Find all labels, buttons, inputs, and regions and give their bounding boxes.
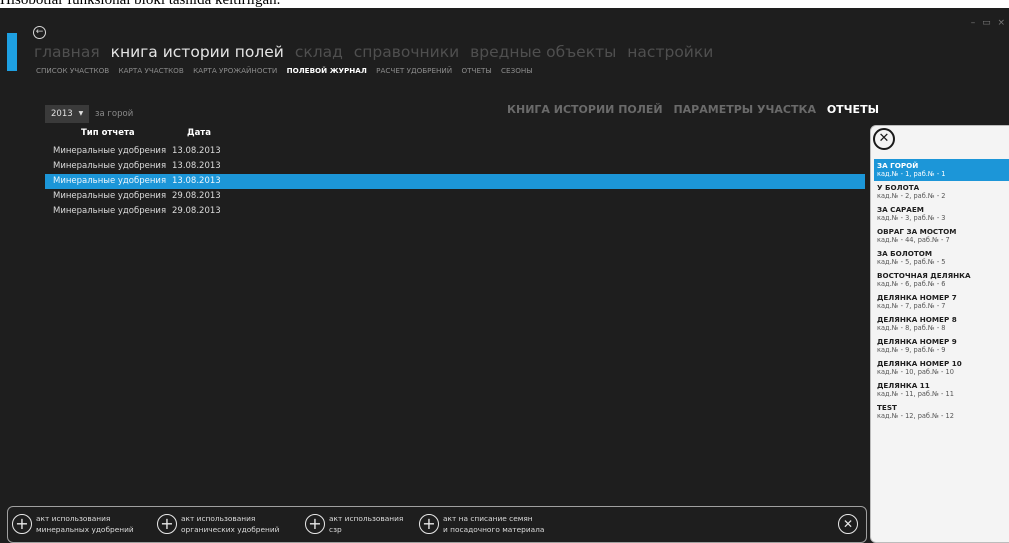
plot-name: У БОЛОТА — [877, 183, 920, 192]
list-item[interactable]: ДЕЛЯНКА НОМЕР 8 кад.№ - 8, раб.№ - 8 — [874, 313, 1009, 335]
year-value: 2013 — [51, 109, 73, 119]
plot-numbers: кад.№ - 12, раб.№ - 12 — [877, 412, 954, 420]
year-select[interactable]: 2013 ▼ — [45, 105, 90, 123]
cell-report-date: 13.08.2013 — [172, 161, 221, 171]
caption-text: Hisobotlar funksional bloki tasnida kelt… — [0, 0, 281, 8]
column-header-date[interactable]: Дата — [187, 128, 211, 138]
plot-name: ДЕЛЯНКА 11 — [877, 381, 930, 390]
table-row-selected[interactable]: Минеральные удобрения 13.08.2013 — [45, 174, 865, 189]
cell-report-date: 13.08.2013 — [172, 146, 221, 156]
plot-name: ДЕЛЯНКА НОМЕР 9 — [877, 337, 957, 346]
cell-report-date: 29.08.2013 — [172, 206, 221, 216]
subnav-field-journal[interactable]: ПОЛЕВОЙ ЖУРНАЛ — [287, 66, 367, 75]
nav-references[interactable]: справочники — [354, 43, 459, 61]
list-item[interactable]: ДЕЛЯНКА НОМЕР 7 кад.№ - 7, раб.№ - 7 — [874, 291, 1009, 313]
plus-icon: + — [157, 514, 177, 534]
plot-name: ЗА ГОРОЙ — [877, 161, 919, 170]
list-item[interactable]: ВОСТОЧНАЯ ДЕЛЯНКА кад.№ - 6, раб.№ - 6 — [874, 269, 1009, 291]
plot-numbers: кад.№ - 1, раб.№ - 1 — [877, 170, 946, 178]
plot-numbers: кад.№ - 2, раб.№ - 2 — [877, 192, 946, 200]
subnav-plot-map[interactable]: КАРТА УЧАСТКОВ — [119, 66, 184, 75]
plot-list: ЗА ГОРОЙ кад.№ - 1, раб.№ - 1 У БОЛОТА кад… — [874, 159, 1009, 423]
tab-field-history[interactable]: КНИГА ИСТОРИИ ПОЛЕЙ — [507, 103, 663, 116]
subnav-reports[interactable]: ОТЧЕТЫ — [461, 66, 491, 75]
list-item[interactable]: TEST кад.№ - 12, раб.№ - 12 — [874, 401, 1009, 423]
action-label: акт использования органических удобрений — [181, 514, 280, 534]
plot-name: ДЕЛЯНКА НОМЕР 10 — [877, 359, 962, 368]
field-filter[interactable]: за горой — [90, 105, 138, 123]
list-item[interactable]: ОВРАГ ЗА МОСТОМ кад.№ - 44, раб.№ - 7 — [874, 225, 1009, 247]
plus-icon: + — [12, 514, 32, 534]
subnav-fertilizer-calc[interactable]: РАСЧЕТ УДОБРЕНИЙ — [376, 66, 452, 75]
plot-numbers: кад.№ - 5, раб.№ - 5 — [877, 258, 946, 266]
app-window — [0, 8, 1009, 543]
plot-name: ОВРАГ ЗА МОСТОМ — [877, 227, 957, 236]
table-row[interactable]: Минеральные удобрения 13.08.2013 — [45, 144, 865, 159]
list-item[interactable]: ЗА ГОРОЙ кад.№ - 1, раб.№ - 1 — [874, 159, 1009, 181]
table-row[interactable]: Минеральные удобрения 29.08.2013 — [45, 189, 865, 204]
action-label: акт использования минеральных удобрений — [36, 514, 134, 534]
cell-report-type: Минеральные удобрения — [53, 206, 167, 216]
column-header-type[interactable]: Тип отчета — [81, 128, 135, 138]
subnav-plot-list[interactable]: СПИСОК УЧАСТКОВ — [36, 66, 109, 75]
table-row[interactable]: Минеральные удобрения 29.08.2013 — [45, 204, 865, 219]
cell-report-type: Минеральные удобрения — [53, 146, 167, 156]
close-icon[interactable]: ✕ — [838, 514, 858, 534]
nav-pests[interactable]: вредные объекты — [470, 43, 616, 61]
accent-bar — [7, 33, 17, 71]
list-item[interactable]: ДЕЛЯНКА НОМЕР 10 кад.№ - 10, раб.№ - 10 — [874, 357, 1009, 379]
cell-report-type: Минеральные удобрения — [53, 161, 167, 171]
plot-numbers: кад.№ - 9, раб.№ - 9 — [877, 346, 946, 354]
nav-settings[interactable]: настройки — [627, 43, 713, 61]
plot-name: ЗА САРАЕМ — [877, 205, 924, 214]
sub-nav: СПИСОК УЧАСТКОВ КАРТА УЧАСТКОВ КАРТА УРО… — [36, 66, 540, 75]
plot-numbers: кад.№ - 3, раб.№ - 3 — [877, 214, 946, 222]
nav-warehouse[interactable]: склад — [295, 43, 343, 61]
subnav-yield-map[interactable]: КАРТА УРОЖАЙНОСТИ — [193, 66, 277, 75]
plot-numbers: кад.№ - 10, раб.№ - 10 — [877, 368, 954, 376]
plot-name: ЗА БОЛОТОМ — [877, 249, 933, 258]
list-item[interactable]: ЗА БОЛОТОМ кад.№ - 5, раб.№ - 5 — [874, 247, 1009, 269]
plot-numbers: кад.№ - 11, раб.№ - 11 — [877, 390, 954, 398]
section-tabs: КНИГА ИСТОРИИ ПОЛЕЙ ПАРАМЕТРЫ УЧАСТКА ОТ… — [507, 103, 886, 116]
main-nav: главная книга истории полей склад справо… — [34, 43, 719, 61]
list-item[interactable]: ДЕЛЯНКА НОМЕР 9 кад.№ - 9, раб.№ - 9 — [874, 335, 1009, 357]
table-row[interactable]: Минеральные удобрения 13.08.2013 — [45, 159, 865, 174]
cell-report-date: 13.08.2013 — [172, 176, 221, 186]
back-arrow-icon[interactable]: ← — [33, 26, 46, 39]
subnav-seasons[interactable]: СЕЗОНЫ — [501, 66, 533, 75]
window-controls[interactable]: – ▭ × — [971, 18, 1007, 28]
nav-home[interactable]: главная — [34, 43, 100, 61]
plot-numbers: кад.№ - 6, раб.№ - 6 — [877, 280, 946, 288]
report-table: Минеральные удобрения 13.08.2013 Минераль… — [45, 144, 865, 219]
plot-name: ДЕЛЯНКА НОМЕР 7 — [877, 293, 957, 302]
plot-name: ДЕЛЯНКА НОМЕР 8 — [877, 315, 957, 324]
plot-numbers: кад.№ - 8, раб.№ - 8 — [877, 324, 946, 332]
cell-report-type: Минеральные удобрения — [53, 176, 167, 186]
cell-report-date: 29.08.2013 — [172, 191, 221, 201]
tab-reports[interactable]: ОТЧЕТЫ — [827, 103, 879, 116]
list-item[interactable]: ЗА САРАЕМ кад.№ - 3, раб.№ - 3 — [874, 203, 1009, 225]
chevron-down-icon: ▼ — [78, 110, 84, 117]
plot-numbers: кад.№ - 44, раб.№ - 7 — [877, 236, 950, 244]
list-item[interactable]: ДЕЛЯНКА 11 кад.№ - 11, раб.№ - 11 — [874, 379, 1009, 401]
action-label: акт использования сзр — [329, 514, 404, 534]
plus-icon: + — [305, 514, 325, 534]
close-icon[interactable]: ✕ — [873, 128, 895, 150]
plus-icon: + — [419, 514, 439, 534]
plot-numbers: кад.№ - 7, раб.№ - 7 — [877, 302, 946, 310]
list-item[interactable]: У БОЛОТА кад.№ - 2, раб.№ - 2 — [874, 181, 1009, 203]
nav-field-history[interactable]: книга истории полей — [111, 43, 284, 61]
plot-name: ВОСТОЧНАЯ ДЕЛЯНКА — [877, 271, 971, 280]
action-label: акт на списание семян и посадочного матер… — [443, 514, 545, 534]
plot-name: TEST — [877, 403, 897, 412]
cell-report-type: Минеральные удобрения — [53, 191, 167, 201]
tab-plot-params[interactable]: ПАРАМЕТРЫ УЧАСТКА — [673, 103, 816, 116]
